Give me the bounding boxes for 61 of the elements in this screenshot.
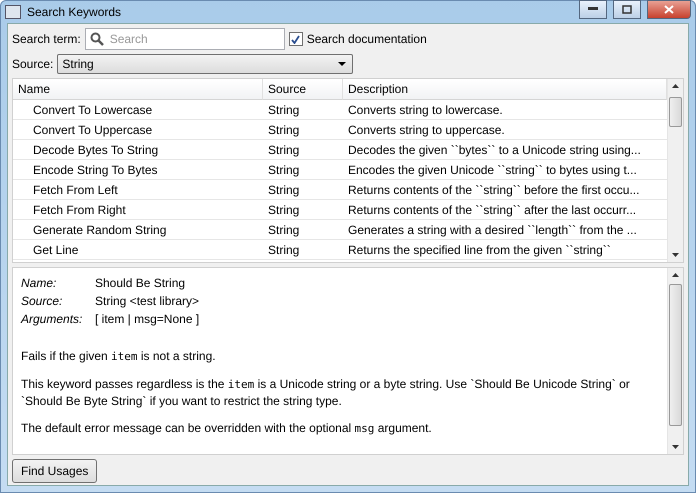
scrollbar[interactable]	[667, 79, 683, 262]
table-cell: String	[263, 180, 343, 200]
table-cell: Generate Random String	[13, 220, 263, 240]
table-cell: Converts string to lowercase.	[343, 100, 667, 120]
source-dropdown[interactable]: String	[57, 54, 354, 74]
table-cell: Get Line	[13, 240, 263, 260]
scrollbar[interactable]	[667, 268, 683, 454]
maximize-icon	[622, 4, 632, 14]
close-button[interactable]	[647, 0, 691, 18]
field-value: String <test library>	[95, 294, 200, 308]
scroll-down-icon[interactable]	[672, 253, 679, 257]
field-label: Source:	[21, 294, 64, 308]
search-label: Search term:	[12, 32, 81, 46]
column-header[interactable]: Source	[263, 79, 343, 100]
checkbox-label: Search documentation	[306, 32, 427, 46]
table-cell: Returns the specified line from the given ``string``	[343, 240, 667, 260]
paragraph: This keyword passes regardless is the item is a Unicode string or a byte string. Use `Should Be Unicode String` or `Should Be Byte String` if you want to restrict the string type.	[21, 376, 631, 409]
table-cell: Generates a string with a desired ``length`` from the ...	[343, 220, 667, 240]
source-label: Source:	[12, 57, 54, 71]
table-cell: Fetch From Right	[13, 200, 263, 220]
window-icon	[5, 5, 21, 19]
table-cell: Fetch From Left	[13, 180, 263, 200]
minimize-icon	[588, 7, 598, 11]
scroll-thumb[interactable]	[669, 284, 682, 426]
minimize-button[interactable]	[579, 0, 607, 18]
table-cell: Encodes the given Unicode ``string`` to bytes using t...	[343, 160, 667, 180]
scroll-down-icon[interactable]	[672, 445, 679, 449]
table-cell: Returns contents of the ``string`` after the last occurr...	[343, 200, 667, 220]
scroll-up-icon[interactable]	[672, 273, 679, 277]
field-label: Arguments:	[21, 312, 84, 326]
column-header[interactable]: Name	[13, 79, 263, 100]
scroll-up-icon[interactable]	[672, 84, 679, 88]
close-icon	[664, 4, 674, 14]
paragraph: Fails if the given item is not a string.	[21, 348, 217, 365]
table-cell: String	[263, 220, 343, 240]
field-value: [ item | msg=None ]	[95, 312, 200, 326]
table-cell: Converts string to uppercase.	[343, 120, 667, 140]
table-cell: String	[263, 200, 343, 220]
table-cell: Decode Bytes To String	[13, 140, 263, 160]
checkbox[interactable]	[288, 32, 303, 46]
search-icon	[90, 32, 104, 46]
table-cell: Decodes the given ``bytes`` to a Unicode string using...	[343, 140, 667, 160]
table-cell: Convert To Lowercase	[13, 100, 263, 120]
scroll-thumb[interactable]	[669, 97, 682, 127]
table-cell: Convert To Uppercase	[13, 120, 263, 140]
dropdown-caret-icon	[338, 62, 346, 66]
search-field[interactable]: Search	[84, 28, 285, 50]
find-usages-button[interactable]: Find Usages	[12, 459, 98, 483]
field-label: Name:	[21, 276, 58, 290]
column-header[interactable]: Description	[343, 79, 667, 100]
table-cell: String	[263, 120, 343, 140]
table-cell: String	[263, 160, 343, 180]
table-cell: Returns contents of the ``string`` before the first occu...	[343, 180, 667, 200]
table-cell: String	[263, 100, 343, 120]
table-cell: String	[263, 240, 343, 260]
window-title: Search Keywords	[27, 5, 122, 19]
paragraph: The default error message can be overridden with the optional msg argument.	[21, 420, 433, 437]
table-cell: Encode String To Bytes	[13, 160, 263, 180]
maximize-button[interactable]	[613, 0, 641, 18]
field-value: Should Be String	[95, 276, 186, 290]
table-cell: String	[263, 140, 343, 160]
